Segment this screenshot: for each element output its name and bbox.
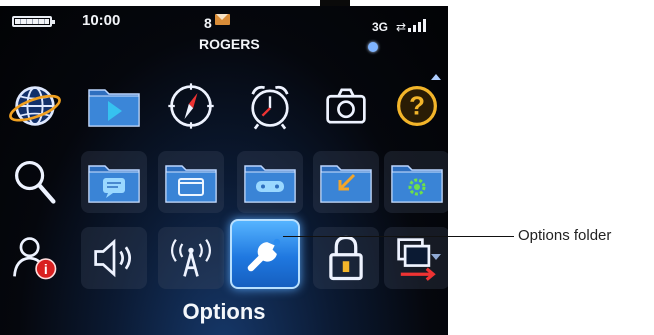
clock: 10:00	[82, 12, 121, 29]
help-icon: ?	[397, 86, 437, 126]
setup-wizard-icon: i	[13, 237, 57, 280]
applications-folder[interactable]	[158, 151, 224, 213]
browser-app[interactable]	[2, 75, 68, 137]
alarm-app[interactable]	[237, 75, 303, 137]
signal-bars-icon	[408, 18, 432, 32]
callout-line	[283, 236, 514, 237]
manage-connections-icon	[171, 239, 211, 277]
messenger-folder-icon	[88, 165, 140, 203]
sound-profile-app[interactable]	[81, 227, 147, 289]
browser-globe-icon	[9, 86, 61, 126]
selected-app-label: Options	[182, 299, 266, 324]
setup-wizard-app[interactable]: i	[2, 227, 68, 289]
settings-folder[interactable]	[384, 151, 448, 213]
compass-icon	[168, 83, 214, 129]
manage-connections-app[interactable]	[158, 227, 224, 289]
help-app[interactable]: ?	[384, 75, 448, 137]
media-app[interactable]	[81, 75, 147, 137]
phone-home-screen: 10:00 8 ROGERS 3G ⇄ ? i Options	[0, 6, 448, 335]
carrier-name: ROGERS	[199, 36, 260, 52]
switch-application-icon	[397, 238, 436, 281]
downloads-folder[interactable]	[313, 151, 379, 213]
search-app[interactable]	[2, 151, 68, 213]
camera-icon	[326, 88, 366, 124]
data-transfer-icon: ⇄	[396, 20, 407, 34]
media-play-icon	[88, 89, 140, 127]
network-type: 3G	[372, 20, 389, 34]
sound-icon	[94, 238, 132, 278]
svg-text:i: i	[44, 261, 48, 277]
games-folder-icon	[244, 165, 296, 203]
maps-app[interactable]	[158, 75, 224, 137]
callout-label: Options folder	[518, 227, 612, 244]
options-app[interactable]	[230, 219, 300, 289]
games-folder[interactable]	[237, 151, 303, 213]
alarm-clock-icon	[251, 85, 289, 130]
unread-count: 8	[204, 15, 212, 31]
settings-folder-icon	[391, 165, 443, 203]
lock-icon	[329, 235, 363, 281]
downloads-folder-icon	[320, 165, 372, 203]
messenger-folder[interactable]	[81, 151, 147, 213]
message-envelope-icon	[215, 14, 230, 25]
camera-app[interactable]	[313, 75, 379, 137]
bluetooth-icon	[368, 42, 378, 52]
svg-text:?: ?	[409, 93, 425, 121]
applications-folder-icon	[165, 165, 217, 203]
battery-icon	[12, 16, 55, 27]
search-icon	[15, 160, 56, 204]
